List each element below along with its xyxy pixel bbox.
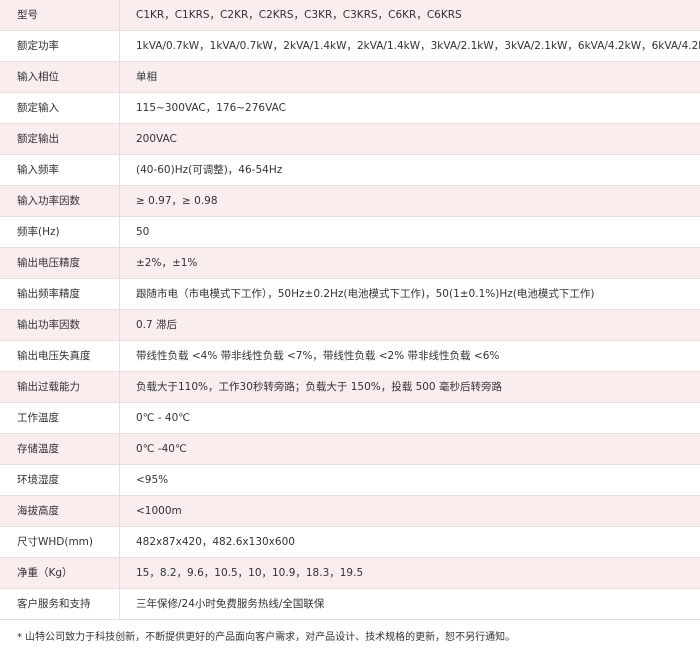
spec-label: 输出电压失真度 <box>0 340 120 372</box>
spec-table: 型号 C1KR，C1KRS，C2KR，C2KRS，C3KR，C3KRS，C6KR，… <box>0 0 700 620</box>
spec-row: 输出过载能力 负载大于110%，工作30秒转旁路；负载大于 150%，投载 500… <box>0 371 700 403</box>
spec-row: 额定输入 115~300VAC，176~276VAC <box>0 92 700 124</box>
spec-row: 输出电压失真度 带线性负载 <4% 带非线性负载 <7%，带线性负载 <2% 带非… <box>0 340 700 372</box>
spec-value: 0.7 滞后 <box>119 309 700 341</box>
spec-label: 输出频率精度 <box>0 278 120 310</box>
spec-label: 额定输出 <box>0 123 120 155</box>
spec-row: 输入相位 单相 <box>0 61 700 93</box>
spec-value: C1KR，C1KRS，C2KR，C2KRS，C3KR，C3KRS，C6KR，C6… <box>119 0 700 31</box>
spec-label: 尺寸WHD(mm) <box>0 526 120 558</box>
spec-label: 输出功率因数 <box>0 309 120 341</box>
spec-label: 客户服务和支持 <box>0 588 120 620</box>
spec-row: 额定输出 200VAC <box>0 123 700 155</box>
spec-label: 工作温度 <box>0 402 120 434</box>
spec-row: 输入频率 (40-60)Hz(可调整)，46-54Hz <box>0 154 700 186</box>
spec-value: 带线性负载 <4% 带非线性负载 <7%，带线性负载 <2% 带非线性负载 <6… <box>119 340 700 372</box>
spec-row: 额定功率 1kVA/0.7kW，1kVA/0.7kW，2kVA/1.4kW，2kV… <box>0 30 700 62</box>
spec-label: 额定功率 <box>0 30 120 62</box>
spec-value: 482x87x420，482.6x130x600 <box>119 526 700 558</box>
spec-label: 额定输入 <box>0 92 120 124</box>
spec-label: 频率(Hz) <box>0 216 120 248</box>
spec-value: 三年保修/24小时免费服务热线/全国联保 <box>119 588 700 620</box>
spec-label: 输入频率 <box>0 154 120 186</box>
spec-value: (40-60)Hz(可调整)，46-54Hz <box>119 154 700 186</box>
spec-value: <1000m <box>119 495 700 527</box>
spec-label: 环境湿度 <box>0 464 120 496</box>
spec-row: 输出频率精度 跟随市电（市电模式下工作），50Hz±0.2Hz(电池模式下工作)，… <box>0 278 700 310</box>
spec-row: 存储温度 0℃ -40℃ <box>0 433 700 465</box>
spec-value: 15，8.2，9.6，10.5，10，10.9，18.3，19.5 <box>119 557 700 589</box>
spec-label: 海拔高度 <box>0 495 120 527</box>
spec-value: 跟随市电（市电模式下工作），50Hz±0.2Hz(电池模式下工作)，50(1±0… <box>119 278 700 310</box>
spec-table-body: 型号 C1KR，C1KRS，C2KR，C2KRS，C3KR，C3KRS，C6KR，… <box>0 0 700 620</box>
spec-label: 输入功率因数 <box>0 185 120 217</box>
spec-row: 型号 C1KR，C1KRS，C2KR，C2KRS，C3KR，C3KRS，C6KR，… <box>0 0 700 31</box>
spec-value: ±2%，±1% <box>119 247 700 279</box>
spec-value: 0℃ -40℃ <box>119 433 700 465</box>
spec-row: 海拔高度 <1000m <box>0 495 700 527</box>
spec-row: 工作温度 0℃ - 40℃ <box>0 402 700 434</box>
spec-row: 频率(Hz) 50 <box>0 216 700 248</box>
spec-value: ≥ 0.97，≥ 0.98 <box>119 185 700 217</box>
spec-label: 输出电压精度 <box>0 247 120 279</box>
spec-row: 客户服务和支持 三年保修/24小时免费服务热线/全国联保 <box>0 588 700 620</box>
spec-row: 输入功率因数 ≥ 0.97，≥ 0.98 <box>0 185 700 217</box>
spec-value: <95% <box>119 464 700 496</box>
spec-value: 1kVA/0.7kW，1kVA/0.7kW，2kVA/1.4kW，2kVA/1.… <box>119 30 700 62</box>
spec-label: 存储温度 <box>0 433 120 465</box>
spec-value: 50 <box>119 216 700 248</box>
spec-row: 净重（Kg） 15，8.2，9.6，10.5，10，10.9，18.3，19.5 <box>0 557 700 589</box>
spec-row: 输出电压精度 ±2%，±1% <box>0 247 700 279</box>
spec-label: 净重（Kg） <box>0 557 120 589</box>
spec-row: 尺寸WHD(mm) 482x87x420，482.6x130x600 <box>0 526 700 558</box>
spec-label: 输出过载能力 <box>0 371 120 403</box>
spec-row: 输出功率因数 0.7 滞后 <box>0 309 700 341</box>
footnote: * 山特公司致力于科技创新，不断提供更好的产品面向客户需求，对产品设计、技术规格… <box>17 632 516 643</box>
spec-value: 负载大于110%，工作30秒转旁路；负载大于 150%，投载 500 毫秒后转旁… <box>119 371 700 403</box>
spec-value: 单相 <box>119 61 700 93</box>
spec-label: 输入相位 <box>0 61 120 93</box>
spec-row: 环境湿度 <95% <box>0 464 700 496</box>
spec-value: 115~300VAC，176~276VAC <box>119 92 700 124</box>
spec-value: 0℃ - 40℃ <box>119 402 700 434</box>
spec-label: 型号 <box>0 0 120 31</box>
spec-value: 200VAC <box>119 123 700 155</box>
